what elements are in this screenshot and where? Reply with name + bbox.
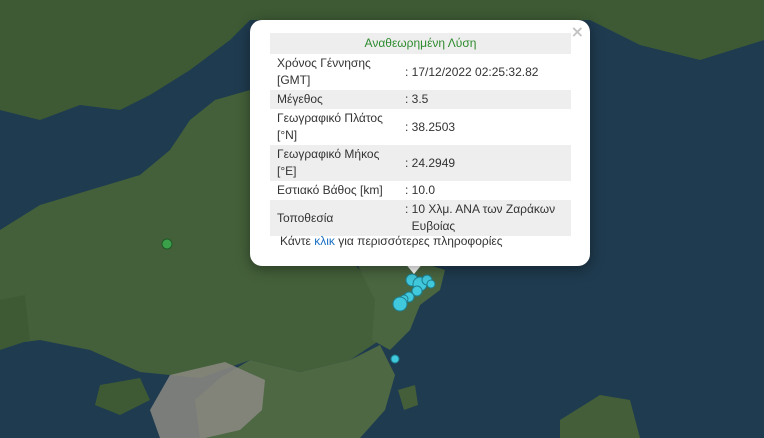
- row-value: : 10 Χλμ. ΑΝΑ των Ζαράκων Ευβοίας: [398, 200, 571, 236]
- more-info-link[interactable]: κλικ: [314, 234, 335, 248]
- table-row: Γεωγραφικό Πλάτος [°N] : 38.2503: [270, 109, 571, 145]
- table-row: Τοποθεσία : 10 Χλμ. ΑΝΑ των Ζαράκων Ευβο…: [270, 200, 571, 236]
- row-value: : 38.2503: [405, 119, 456, 134]
- row-value: : 3.5: [398, 90, 571, 109]
- more-info-line: Κάντε κλικ για περισσότερες πληροφορίες: [280, 234, 503, 248]
- row-key: Τοποθεσία: [270, 200, 398, 236]
- row-value: : 24.2949: [398, 145, 571, 181]
- row-value: : 10.0: [405, 183, 436, 197]
- earthquake-info-table: Αναθεωρημένη Λύση Χρόνος Γέννησης [GMT] :…: [270, 33, 571, 236]
- row-key: Γεωγραφικό Πλάτος [°N]: [277, 111, 383, 142]
- earthquake-marker[interactable]: [390, 354, 400, 364]
- row-key: Μέγεθος: [270, 90, 398, 109]
- table-row: Μέγεθος : 3.5: [270, 90, 571, 109]
- earthquake-marker[interactable]: [426, 279, 436, 289]
- row-key: Χρόνος Γέννησης [GMT]: [277, 56, 371, 87]
- row-key: Εστιακό Βάθος [km]: [277, 183, 383, 197]
- close-icon[interactable]: ×: [571, 22, 584, 42]
- table-row: Χρόνος Γέννησης [GMT] : 17/12/2022 02:25:…: [270, 54, 571, 90]
- earthquake-info-popup: × Αναθεωρημένη Λύση Χρόνος Γέννησης [GMT]…: [250, 20, 590, 266]
- row-value: : 17/12/2022 02:25:32.82: [405, 64, 539, 79]
- popup-title: Αναθεωρημένη Λύση: [270, 33, 571, 54]
- table-row: Εστιακό Βάθος [km] : 10.0: [270, 181, 571, 200]
- earthquake-marker-green[interactable]: [161, 238, 173, 250]
- table-row: Γεωγραφικό Μήκος [°E] : 24.2949: [270, 145, 571, 181]
- earthquake-marker[interactable]: [392, 296, 408, 312]
- row-key: Γεωγραφικό Μήκος [°E]: [270, 145, 398, 181]
